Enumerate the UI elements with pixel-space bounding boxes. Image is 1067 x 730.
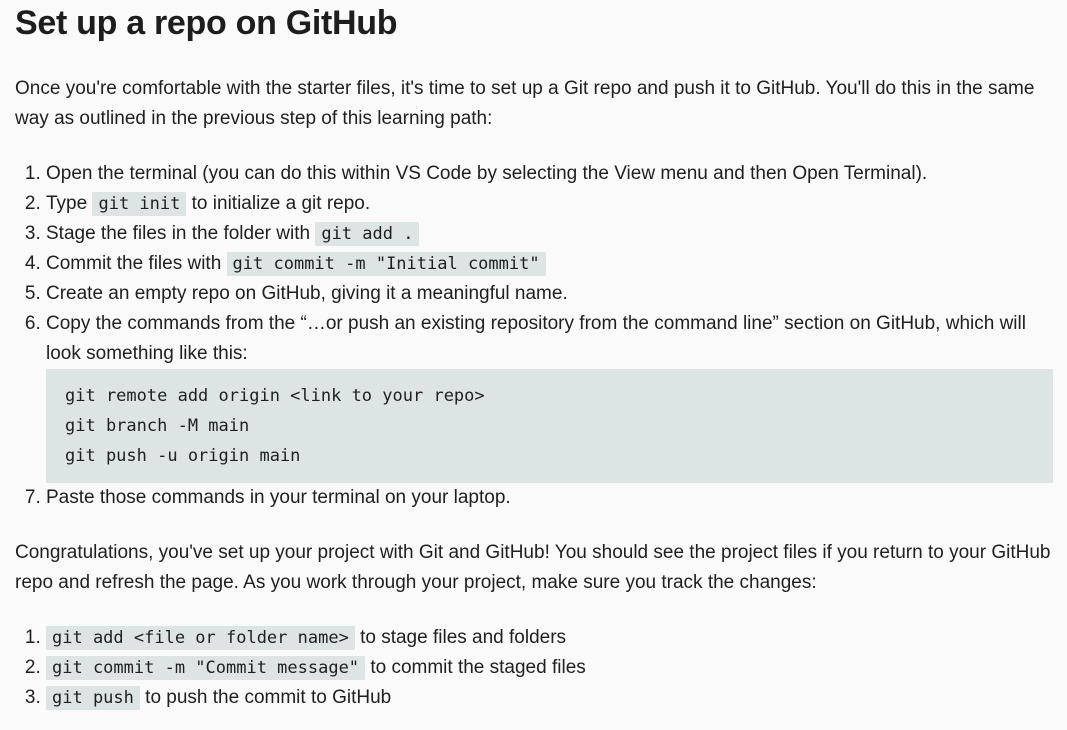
list-item: Stage the files in the folder with git a… <box>46 219 1053 249</box>
congrats-paragraph: Congratulations, you've set up your proj… <box>15 542 1051 593</box>
list-item: git push to push the commit to GitHub <box>46 683 1053 713</box>
code-line: git remote add origin <link to your repo… <box>65 386 485 406</box>
intro-paragraph: Once you're comfortable with the starter… <box>15 78 1035 129</box>
list-item: Paste those commands in your terminal on… <box>46 483 1053 513</box>
track-changes-list: git add <file or folder name> to stage f… <box>15 623 1053 713</box>
list-item: Create an empty repo on GitHub, giving i… <box>46 279 1053 309</box>
inline-code: git init <box>92 192 187 216</box>
list-item: git add <file or folder name> to stage f… <box>46 623 1053 653</box>
inline-code: git add . <box>315 222 420 246</box>
page-title: Set up a repo on GitHub <box>15 4 398 42</box>
article: Set up a repo on GitHub Once you're comf… <box>0 0 1067 730</box>
inline-code: git add <file or folder name> <box>46 626 355 650</box>
inline-code: git commit -m "Initial commit" <box>226 252 546 276</box>
list-item: Type git init to initialize a git repo. <box>46 189 1053 219</box>
list-item: Copy the commands from the “…or push an … <box>46 309 1053 483</box>
setup-steps-list: Open the terminal (you can do this withi… <box>15 159 1053 513</box>
list-item: Open the terminal (you can do this withi… <box>46 159 1053 189</box>
list-item: Commit the files with git commit -m "Ini… <box>46 249 1053 279</box>
inline-code: git push <box>46 686 140 710</box>
code-line: git branch -M main <box>65 416 250 436</box>
list-item: git commit -m "Commit message" to commit… <box>46 653 1053 683</box>
inline-code: git commit -m "Commit message" <box>46 656 366 680</box>
code-block[interactable]: git remote add origin <link to your repo… <box>46 369 1053 483</box>
code-line: git push -u origin main <box>65 446 301 466</box>
